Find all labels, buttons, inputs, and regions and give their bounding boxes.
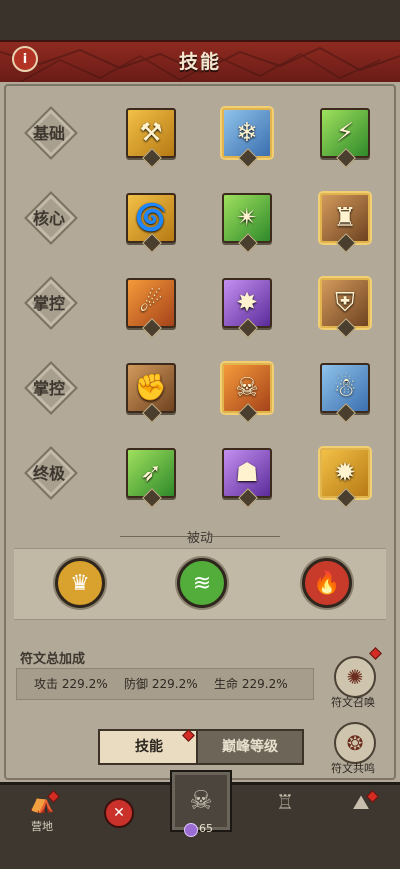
skill-green-slash[interactable]: ⚡ bbox=[320, 108, 370, 168]
row-label-mastery-2: 掌控 bbox=[24, 361, 78, 415]
stat-attack: 攻击 229.2% bbox=[34, 677, 108, 691]
rune-summon-button[interactable]: ✺ 符文召唤 bbox=[328, 656, 378, 709]
rune-resonance-icon: ❂ bbox=[334, 722, 376, 764]
passive-title: 被动 bbox=[186, 531, 213, 546]
row-label-basic: 基础 bbox=[24, 106, 78, 160]
row-label-text: 终极 bbox=[32, 464, 65, 483]
rune-summon-label: 符文召唤 bbox=[331, 696, 375, 709]
stat-defense: 防御 229.2% bbox=[124, 677, 198, 691]
helmet-icon: ♛ bbox=[70, 570, 90, 596]
gem-icon bbox=[184, 823, 198, 837]
passive-header: 被动 bbox=[0, 527, 400, 546]
skill-frost-golem[interactable]: ☃ bbox=[320, 363, 370, 423]
row-label-core: 核心 bbox=[24, 191, 78, 245]
skill-earth-shield[interactable]: ⛨ bbox=[320, 278, 370, 338]
skill-beast-roar[interactable]: ✊ bbox=[126, 363, 176, 423]
rune-resonance-button[interactable]: ❂ 符文共鸣 bbox=[328, 722, 378, 775]
skill-ice-shards[interactable]: ❄ bbox=[222, 108, 272, 168]
rune-resonance-label: 符文共鸣 bbox=[331, 762, 375, 775]
nav-camp-label: 营地 bbox=[31, 820, 53, 833]
rune-summon-icon: ✺ bbox=[334, 656, 376, 698]
skill-fire-comet[interactable]: ☄ bbox=[126, 278, 176, 338]
skill-wolf-howl[interactable]: ☠ bbox=[222, 363, 272, 423]
skill-demon-mask[interactable]: ☗ bbox=[222, 448, 272, 508]
row-label-mastery-1: 掌控 bbox=[24, 276, 78, 330]
skill-wind-blade[interactable]: ➶ bbox=[126, 448, 176, 508]
skill-golden-star[interactable]: ✹ bbox=[320, 448, 370, 508]
title-bar: 技能 bbox=[0, 40, 400, 85]
gem-count: 65 bbox=[199, 822, 213, 835]
row-label-text: 核心 bbox=[32, 209, 65, 228]
row-label-text: 掌控 bbox=[32, 379, 65, 398]
close-icon[interactable]: ✕ bbox=[104, 798, 134, 828]
skill-hammer-strike[interactable]: ⚒ bbox=[126, 108, 176, 168]
flame-face-icon: 🔥 bbox=[313, 570, 341, 596]
passive-helmet[interactable]: ♛ bbox=[55, 558, 105, 608]
wind-swirl-icon: ≋ bbox=[192, 570, 212, 596]
page-title: 技能 bbox=[178, 51, 221, 73]
skill-whirlwind[interactable]: 🌀 bbox=[126, 193, 176, 253]
skill-leaf-burst[interactable]: ✴ bbox=[222, 193, 272, 253]
skill-totem[interactable]: ♜ bbox=[320, 193, 370, 253]
row-label-ultimate: 终极 bbox=[24, 446, 78, 500]
skill-shadow-spikes[interactable]: ✸ bbox=[222, 278, 272, 338]
bonus-title: 符文总加成 bbox=[20, 652, 86, 667]
row-label-text: 掌控 bbox=[32, 294, 65, 313]
tab-peak-level[interactable]: 巅峰等级 bbox=[196, 729, 304, 765]
passive-flame-face[interactable]: 🔥 bbox=[302, 558, 352, 608]
fortress-icon: ♖ bbox=[276, 790, 294, 814]
stat-hp: 生命 229.2% bbox=[214, 677, 288, 691]
passive-wind-swirl[interactable]: ≋ bbox=[177, 558, 227, 608]
row-label-text: 基础 bbox=[32, 124, 65, 143]
nav-fortress[interactable]: ♖ bbox=[270, 790, 300, 830]
info-icon[interactable]: i bbox=[12, 46, 38, 72]
